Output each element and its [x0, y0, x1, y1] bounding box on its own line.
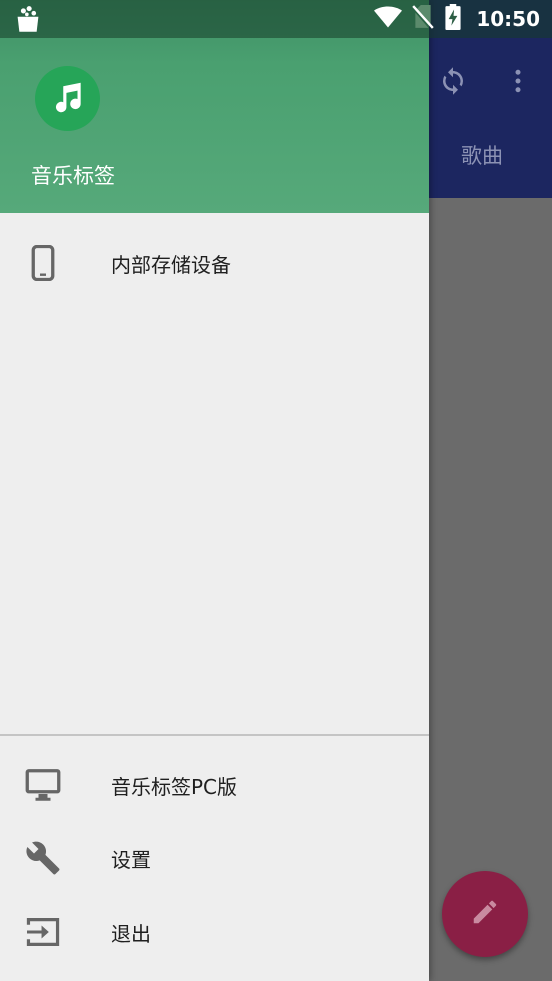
menu-item-label: 音乐标签PC版 — [111, 774, 238, 799]
menu-item-label: 设置 — [111, 847, 151, 872]
edit-icon — [470, 897, 500, 931]
exit-icon — [24, 913, 62, 951]
tab-songs[interactable]: 歌曲 — [430, 140, 534, 170]
battery-charging-icon — [444, 4, 462, 34]
more-vert-icon[interactable] — [498, 61, 538, 101]
no-sim-icon — [412, 5, 435, 33]
menu-item-pc-version[interactable]: 音乐标签PC版 — [0, 750, 429, 820]
menu-item-exit[interactable]: 退出 — [0, 897, 429, 967]
desktop-icon — [24, 766, 62, 804]
menu-item-internal-storage[interactable]: 内部存储设备 — [0, 228, 429, 298]
edit-fab-button[interactable] — [442, 871, 528, 957]
menu-item-settings[interactable]: 设置 — [0, 823, 429, 893]
app-notification-icon — [14, 4, 42, 38]
menu-item-label: 内部存储设备 — [111, 252, 231, 277]
sync-icon[interactable] — [433, 61, 473, 101]
divider — [0, 734, 429, 736]
phone-icon — [24, 244, 62, 282]
app-logo — [35, 66, 100, 131]
wrench-icon — [24, 839, 62, 877]
app-name: 音乐标签 — [31, 164, 115, 188]
navigation-drawer: 音乐标签 内部存储设备 音乐标签PC版 设置 退出 — [0, 0, 429, 981]
status-icons: 10:50 — [374, 0, 540, 38]
menu-item-label: 退出 — [111, 921, 151, 946]
status-bar: 10:50 — [0, 0, 552, 38]
status-time: 10:50 — [476, 7, 540, 31]
wifi-icon — [374, 6, 403, 32]
music-note-icon — [49, 78, 87, 120]
